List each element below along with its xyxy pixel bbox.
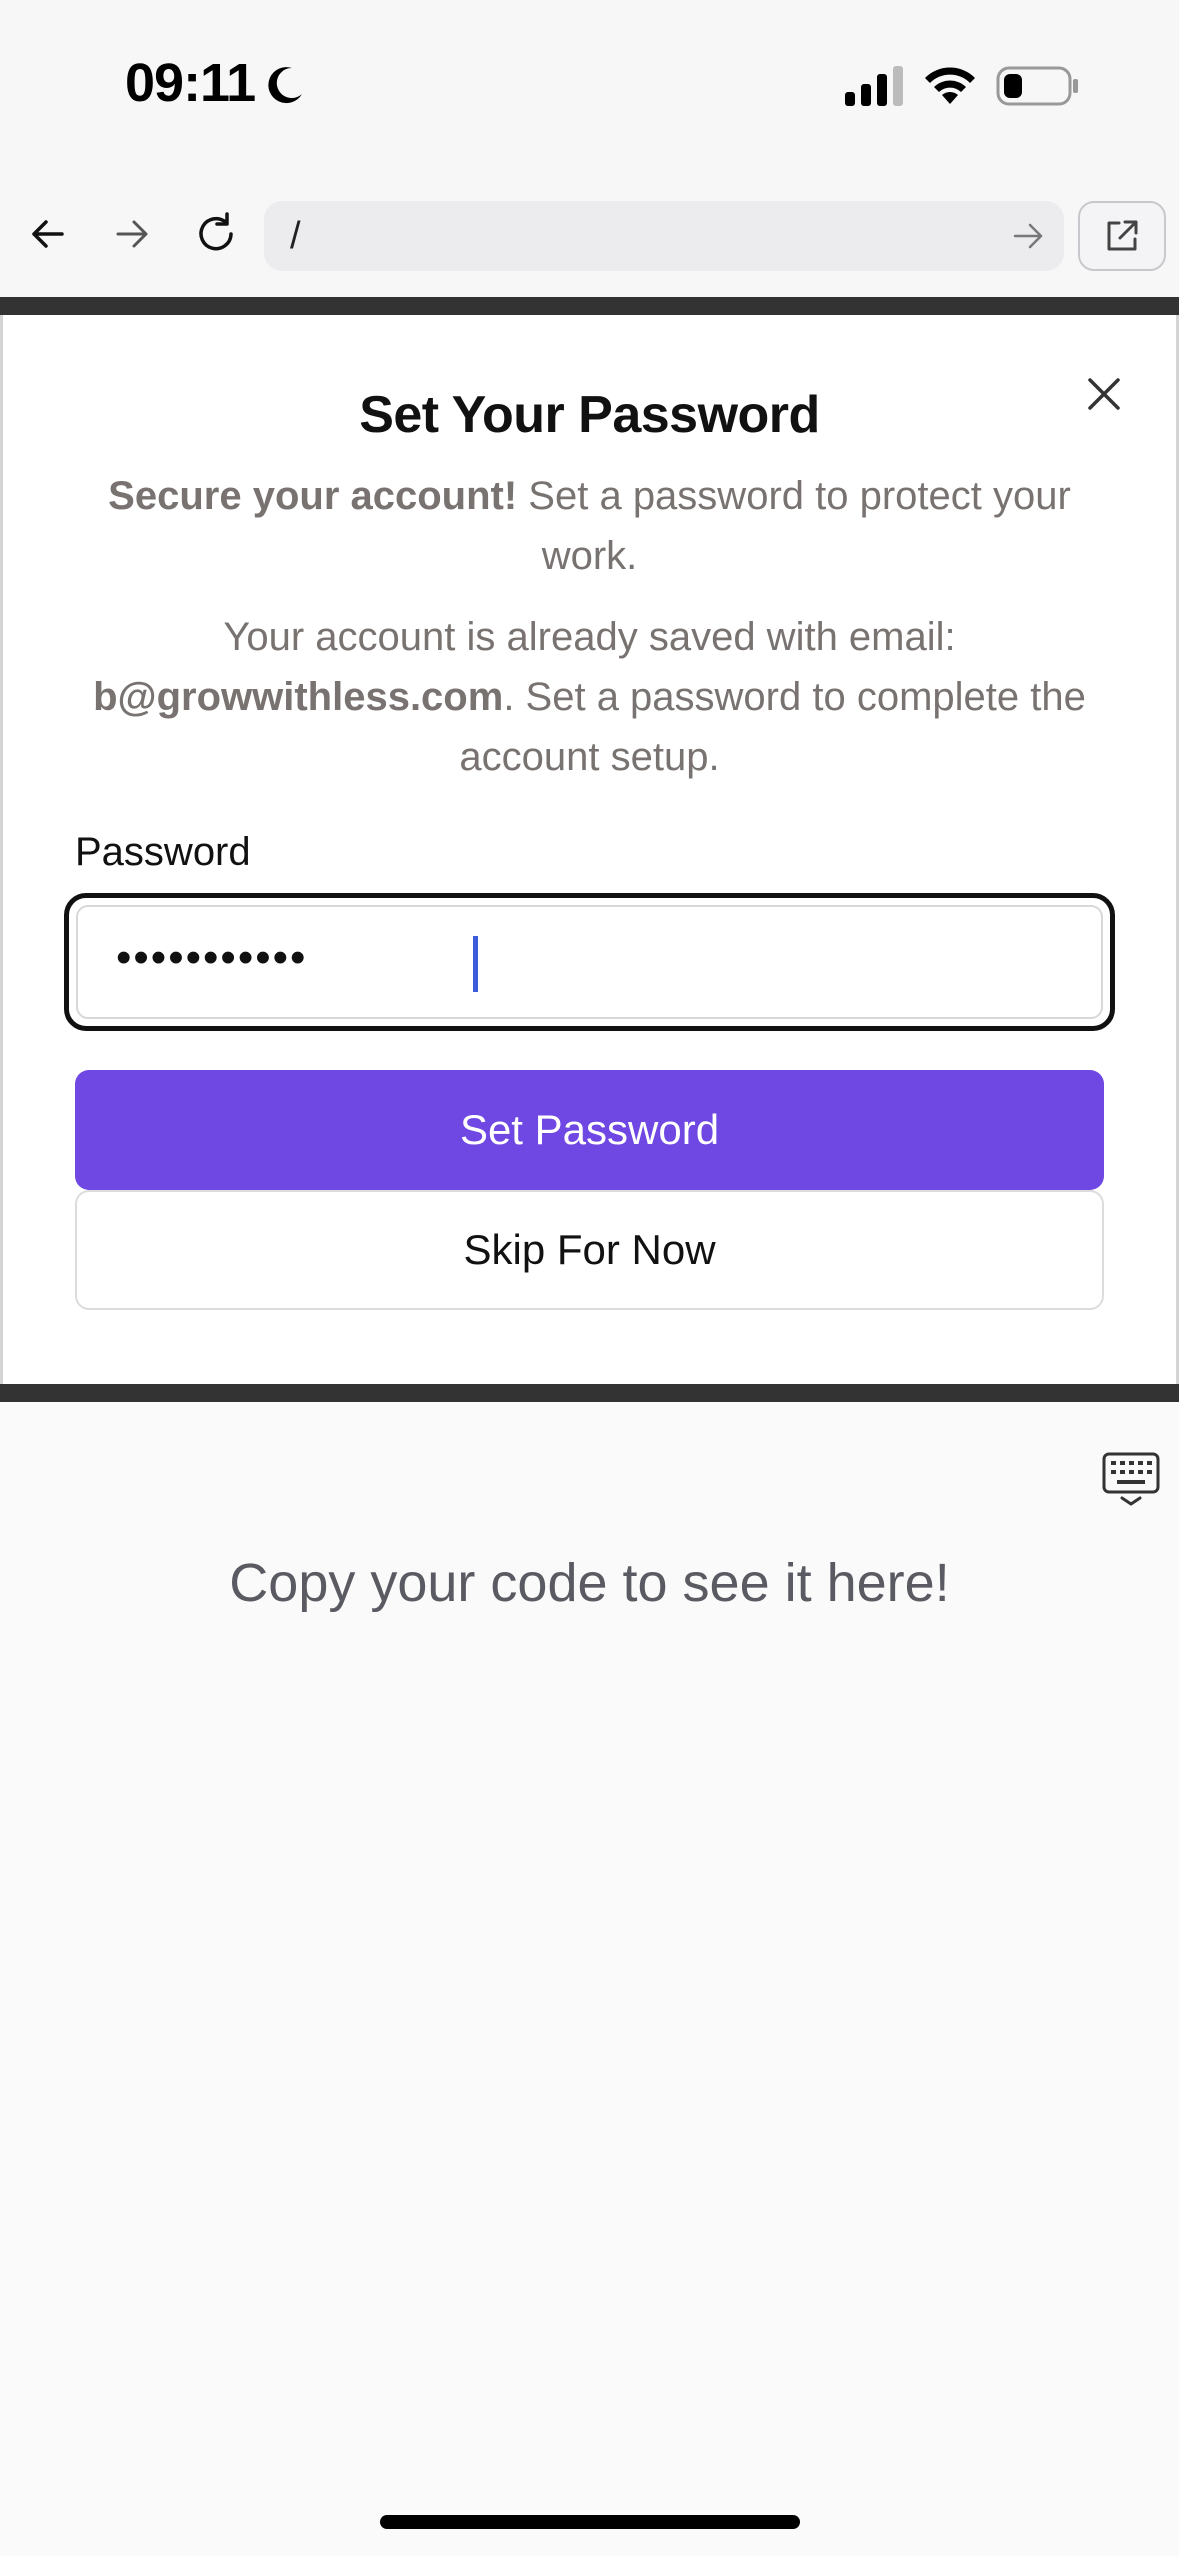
password-label: Password <box>75 830 251 874</box>
skip-for-now-button-label: Skip For Now <box>463 1226 716 1273</box>
battery-icon <box>996 66 1078 106</box>
url-go-icon[interactable] <box>1010 218 1046 254</box>
url-text: / <box>290 215 301 257</box>
url-bar[interactable]: / <box>264 201 1064 271</box>
status-bar: 09:11 <box>0 0 1179 175</box>
open-external-button[interactable] <box>1078 201 1166 271</box>
password-value: ••••••••••• <box>116 933 308 982</box>
moon-icon <box>268 67 302 104</box>
back-icon <box>32 220 64 248</box>
password-input[interactable]: ••••••••••• <box>76 905 1103 1019</box>
back-button[interactable] <box>18 204 78 264</box>
reload-icon <box>199 212 233 251</box>
status-time: 09:11 <box>125 53 256 113</box>
open-external-icon <box>1107 220 1138 251</box>
account-email: b@growwithless.com <box>93 675 504 719</box>
info-prefix: Your account is already saved with email… <box>223 615 956 659</box>
skip-for-now-button[interactable]: Skip For Now <box>75 1190 1104 1310</box>
home-indicator[interactable] <box>380 2515 800 2529</box>
set-password-button[interactable]: Set Password <box>75 1070 1104 1190</box>
modal-title: Set Your Password <box>359 386 820 444</box>
cellular-signal-icon <box>845 66 903 106</box>
info-suffix: . Set a password to complete the account… <box>459 675 1086 779</box>
forward-button[interactable] <box>102 204 162 264</box>
forward-icon <box>116 220 148 248</box>
keyboard-icon[interactable] <box>1100 1448 1162 1510</box>
reload-button[interactable] <box>186 204 246 264</box>
subtitle-rest: Set a password to protect your work. <box>517 474 1071 578</box>
modal-subtitle: Secure your account! Set a password to p… <box>80 466 1099 586</box>
account-info-text: Your account is already saved with email… <box>60 607 1119 787</box>
set-password-button-label: Set Password <box>459 1106 720 1153</box>
subtitle-bold: Secure your account! <box>108 474 518 518</box>
text-caret <box>473 936 478 992</box>
preview-frame-bottom-border <box>0 1384 1179 1402</box>
preview-frame-top-border <box>0 297 1179 315</box>
wifi-icon <box>925 67 975 104</box>
preview-placeholder-message: Copy your code to see it here! <box>229 1553 950 1613</box>
